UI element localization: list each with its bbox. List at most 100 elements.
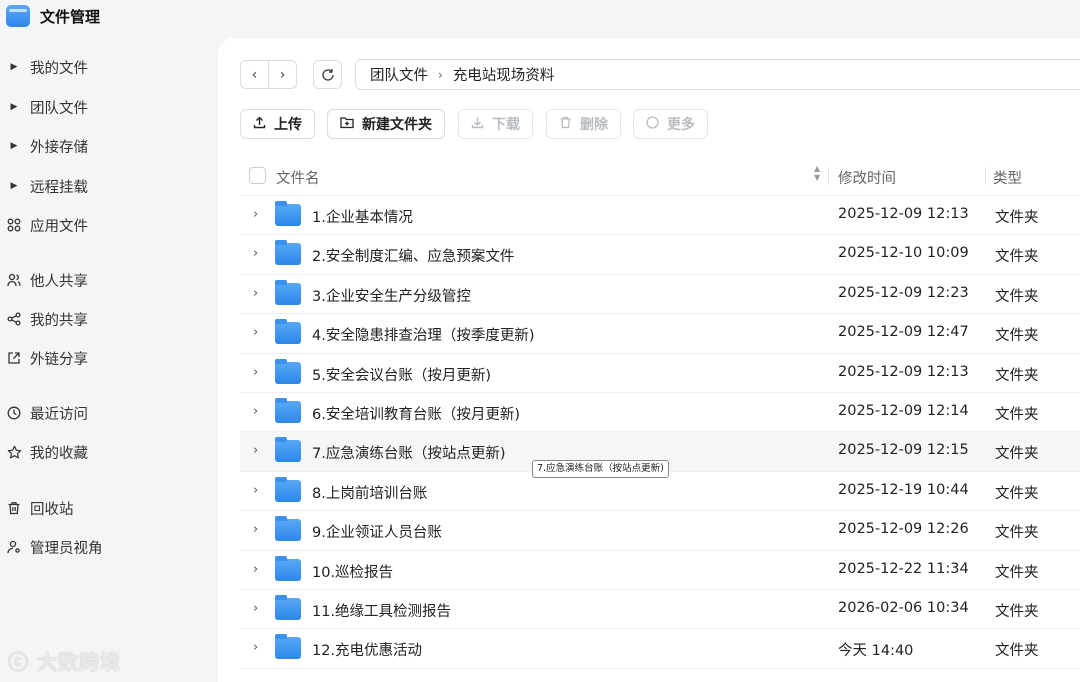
column-divider[interactable] [828, 167, 829, 185]
chevron-right-icon[interactable]: › [253, 640, 258, 655]
star-icon [6, 445, 22, 460]
sidebar-item-recent[interactable]: 最近访问 [6, 400, 206, 426]
sidebar-item-label: 最近访问 [30, 406, 88, 423]
more-button[interactable]: 更多 [633, 109, 708, 139]
table-header: 文件名 ▲ ▼ 修改时间 类型 [240, 156, 1080, 196]
download-button[interactable]: 下载 [458, 109, 533, 139]
sidebar-item-label: 外链分享 [30, 351, 88, 368]
sidebar-item-shared-with-me[interactable]: 他人共享 [6, 267, 206, 293]
file-type: 文件夹 [995, 643, 1039, 660]
chevron-right-icon[interactable]: › [253, 325, 258, 340]
modified-time: 2025-12-09 12:47 [838, 324, 969, 341]
folder-icon [275, 319, 301, 345]
download-icon [471, 116, 484, 132]
modified-time: 2026-02-06 10:34 [838, 599, 969, 616]
file-name: 1.企业基本情况 [312, 210, 413, 226]
sidebar-item-label: 回收站 [30, 501, 74, 518]
share-icon [6, 312, 22, 326]
chevron-right-icon: › [438, 67, 443, 82]
upload-button[interactable]: 上传 [240, 109, 315, 139]
chevron-right-icon[interactable]: › [253, 246, 258, 261]
sidebar-item-label: 管理员视角 [30, 540, 103, 557]
chevron-right-icon[interactable]: › [253, 522, 258, 537]
table-row[interactable]: › 7.应急演练台账（按站点更新) 2025-12-09 12:15 文件夹 7… [240, 432, 1080, 479]
chevron-right-icon[interactable]: › [253, 207, 258, 222]
breadcrumb: 团队文件 › 充电站现场资料 [355, 59, 1080, 90]
table-row[interactable]: › 2.安全制度汇编、应急预案文件 2025-12-10 10:09 文件夹 [240, 235, 1080, 275]
file-type: 文件夹 [995, 564, 1039, 581]
table-row[interactable]: › 3.企业安全生产分级管控 2025-12-09 12:23 文件夹 [240, 275, 1080, 315]
sidebar-item-link-shares[interactable]: 外链分享 [6, 345, 206, 371]
chevron-right-icon: › [279, 66, 286, 83]
sidebar-item-remote-mount[interactable]: ▶ 远程挂载 [6, 173, 206, 199]
sidebar-item-label: 应用文件 [30, 218, 88, 235]
chevron-right-icon[interactable]: › [253, 483, 258, 498]
table-row[interactable]: › 1.企业基本情况 2025-12-09 12:13 文件夹 [240, 196, 1080, 236]
trash-icon [6, 501, 22, 515]
refresh-button[interactable] [313, 60, 342, 89]
table-row[interactable]: › 10.巡检报告 2025-12-22 11:34 文件夹 [240, 551, 1080, 590]
folder-icon [275, 594, 301, 620]
watermark-logo-icon: ⓒ [8, 650, 29, 674]
forward-button[interactable]: › [268, 60, 297, 89]
breadcrumb-current[interactable]: 充电站现场资料 [453, 64, 555, 85]
app-title: 文件管理 [40, 7, 101, 26]
file-type: 文件夹 [995, 603, 1039, 620]
sidebar-item-admin-view[interactable]: 管理员视角 [6, 534, 206, 560]
sidebar-item-label: 远程挂载 [30, 179, 88, 196]
sidebar-item-my-shares[interactable]: 我的共享 [6, 306, 206, 332]
file-type: 文件夹 [995, 328, 1039, 345]
file-type: 文件夹 [995, 485, 1039, 502]
breadcrumb-parent[interactable]: 团队文件 [370, 64, 428, 85]
more-circle-icon [646, 116, 659, 132]
refresh-icon [321, 68, 334, 81]
file-name: 12.充电优惠活动 [312, 643, 423, 660]
chevron-right-icon[interactable]: › [253, 601, 258, 616]
chevron-right-icon[interactable]: › [253, 443, 258, 458]
delete-button[interactable]: 删除 [546, 109, 621, 139]
sort-icon[interactable]: ▲ ▼ [814, 164, 820, 182]
chevron-right-icon[interactable]: › [253, 404, 258, 419]
users-icon [6, 273, 22, 287]
column-header-type[interactable]: 类型 [993, 167, 1022, 188]
back-button[interactable]: ‹ [240, 60, 269, 89]
table-row[interactable]: › 5.安全会议台账（按月更新) 2025-12-09 12:13 文件夹 [240, 354, 1080, 393]
modified-time: 2025-12-09 12:14 [838, 402, 969, 419]
file-name: 5.安全会议台账（按月更新) [312, 367, 491, 384]
table-row[interactable]: › 6.安全培训教育台账（按月更新) 2025-12-09 12:14 文件夹 [240, 393, 1080, 433]
sidebar-item-external-storage[interactable]: ▶ 外接存储 [6, 133, 206, 159]
folder-icon [275, 516, 301, 542]
select-all-checkbox[interactable] [249, 167, 266, 184]
modified-time: 2025-12-09 12:13 [838, 363, 969, 380]
modified-time: 今天 14:40 [838, 643, 914, 660]
table-row[interactable]: › 9.企业领证人员台账 2025-12-09 12:26 文件夹 [240, 511, 1080, 551]
sidebar-item-favorites[interactable]: 我的收藏 [6, 439, 206, 465]
sidebar-item-app-files[interactable]: 应用文件 [6, 212, 206, 238]
modified-time: 2025-12-09 12:15 [838, 442, 969, 459]
folder-icon [275, 397, 301, 423]
new-folder-button[interactable]: 新建文件夹 [327, 109, 445, 139]
upload-icon [253, 116, 266, 132]
table-row[interactable]: › 4.安全隐患排查治理（按季度更新) 2025-12-09 12:47 文件夹 [240, 314, 1080, 354]
table-row[interactable]: › 12.充电优惠活动 今天 14:40 文件夹 [240, 629, 1080, 669]
file-type: 文件夹 [995, 288, 1039, 305]
chevron-right-icon[interactable]: › [253, 286, 258, 301]
sidebar-item-team-files[interactable]: ▶ 团队文件 [6, 94, 206, 120]
chevron-right-icon[interactable]: › [253, 365, 258, 380]
sidebar-item-recycle-bin[interactable]: 回收站 [6, 495, 206, 521]
sidebar-item-my-files[interactable]: ▶ 我的文件 [6, 54, 206, 80]
modified-time: 2025-12-09 12:13 [838, 206, 969, 222]
sidebar-item-label: 外接存储 [30, 139, 88, 156]
chevron-right-icon[interactable]: › [253, 562, 258, 577]
folder-plus-icon [340, 116, 354, 132]
file-type: 文件夹 [995, 525, 1039, 542]
column-header-mtime[interactable]: 修改时间 [838, 167, 896, 188]
sidebar-item-label: 我的共享 [30, 312, 88, 329]
folder-icon [275, 634, 301, 660]
table-row[interactable]: › 11.绝缘工具检测报告 2026-02-06 10:34 文件夹 [240, 590, 1080, 630]
column-header-name[interactable]: 文件名 [276, 167, 320, 188]
column-divider[interactable] [985, 167, 986, 185]
caret-right-icon: ▶ [10, 62, 18, 72]
trash-icon [559, 116, 572, 132]
file-name: 3.企业安全生产分级管控 [312, 288, 471, 305]
